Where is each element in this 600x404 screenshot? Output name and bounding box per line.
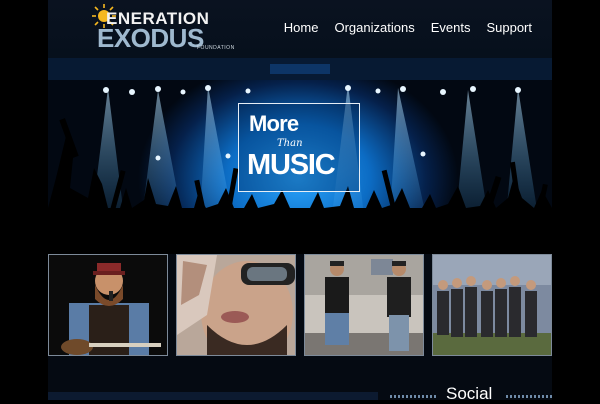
more-than-music-badge: More Than MUSIC bbox=[238, 103, 360, 192]
footer-bar bbox=[48, 392, 378, 400]
badge-text-more: More bbox=[249, 111, 299, 136]
thumbnail-band-group[interactable] bbox=[432, 254, 552, 356]
nav-support[interactable]: Support bbox=[486, 20, 532, 35]
badge-text-than: Than bbox=[277, 138, 303, 149]
social-divider-left bbox=[390, 395, 436, 398]
thumbnail-man-with-glasses[interactable] bbox=[176, 254, 296, 356]
social-divider-right bbox=[506, 395, 552, 398]
two-performers-image bbox=[305, 255, 423, 355]
social-heading: Social bbox=[446, 384, 493, 403]
man-with-glasses-image bbox=[177, 255, 295, 355]
thumbnail-two-performers[interactable] bbox=[304, 254, 424, 356]
main-nav: Home Organizations Events Support bbox=[284, 20, 532, 35]
social-section: Social bbox=[390, 384, 552, 403]
nav-home[interactable]: Home bbox=[284, 20, 319, 35]
badge-text-music: MUSIC bbox=[247, 149, 336, 181]
singer-with-guitar-image bbox=[49, 255, 167, 355]
logo-line-exodus: EXODUS bbox=[97, 23, 204, 53]
site-logo[interactable]: ENERATION EXODUS FOUNDATION bbox=[92, 4, 242, 53]
nav-organizations[interactable]: Organizations bbox=[334, 20, 414, 35]
thumbnail-singer-with-guitar[interactable] bbox=[48, 254, 168, 356]
nav-events[interactable]: Events bbox=[431, 20, 471, 35]
logo-line-foundation: FOUNDATION bbox=[197, 45, 235, 51]
band-group-image bbox=[433, 255, 551, 355]
